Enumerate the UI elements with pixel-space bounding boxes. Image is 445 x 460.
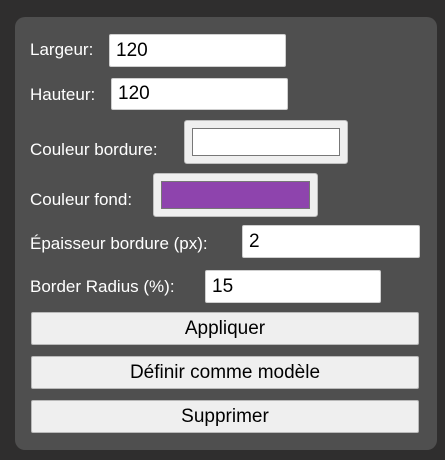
- border-color-swatch: [192, 128, 340, 156]
- border-radius-label: Border Radius (%):: [30, 277, 175, 296]
- fill-color-picker[interactable]: [153, 173, 318, 217]
- border-radius-input[interactable]: [205, 270, 381, 303]
- border-thickness-label: Épaisseur bordure (px):: [30, 234, 208, 253]
- border-color-label: Couleur bordure:: [30, 140, 158, 159]
- border-color-picker[interactable]: [184, 120, 348, 164]
- fill-color-swatch: [161, 181, 310, 209]
- set-template-button[interactable]: Définir comme modèle: [31, 356, 419, 389]
- properties-panel: Largeur: Hauteur: Couleur bordure: Coule…: [15, 17, 437, 450]
- fill-color-label: Couleur fond:: [30, 190, 133, 209]
- width-label: Largeur:: [30, 40, 94, 59]
- height-input[interactable]: [111, 78, 288, 110]
- apply-button[interactable]: Appliquer: [31, 312, 419, 345]
- border-thickness-input[interactable]: [242, 225, 420, 258]
- delete-button[interactable]: Supprimer: [31, 400, 419, 433]
- height-label: Hauteur:: [30, 85, 96, 104]
- width-input[interactable]: [109, 34, 286, 67]
